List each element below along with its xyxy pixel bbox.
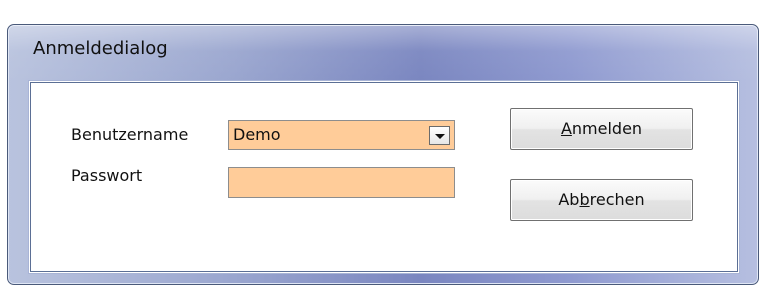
password-label: Passwort <box>71 166 143 185</box>
username-combobox[interactable]: Demo <box>228 120 455 150</box>
cancel-button-label-start: Ab <box>558 190 580 209</box>
window-title: Anmeldedialog <box>33 38 168 59</box>
password-field[interactable] <box>228 167 455 198</box>
cancel-button-accesskey: b <box>579 190 590 209</box>
chevron-down-icon[interactable] <box>429 126 450 145</box>
title-bar[interactable]: Anmeldedialog <box>8 25 758 83</box>
cancel-button-label-end: rechen <box>589 190 645 209</box>
login-dialog-window: Anmeldedialog Benutzername Demo Passwort… <box>7 24 759 285</box>
login-button-accesskey: A <box>560 119 572 138</box>
username-label: Benutzername <box>71 125 189 144</box>
username-value: Demo <box>233 125 281 144</box>
login-button[interactable]: Anmelden <box>510 108 693 150</box>
dialog-body: Benutzername Demo Passwort Anmelden Abbr… <box>30 82 738 272</box>
login-button-label: nmelden <box>571 119 643 138</box>
cancel-button[interactable]: Abbrechen <box>510 179 693 221</box>
